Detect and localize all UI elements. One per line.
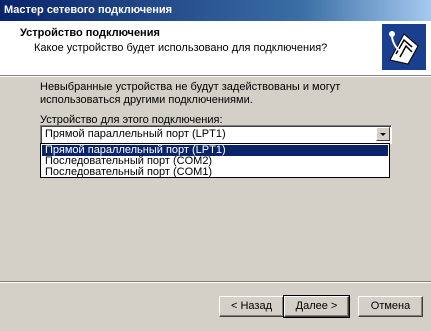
- page-title: Устройство подключения: [20, 27, 160, 39]
- wizard-header: Устройство подключения Какое устройство …: [0, 21, 431, 76]
- description-text: Невыбранные устройства не будут задейств…: [40, 81, 341, 106]
- chevron-down-icon[interactable]: [376, 127, 390, 141]
- network-cable-icon: [382, 24, 426, 70]
- window-title: Мастер сетевого подключения: [4, 4, 173, 16]
- back-button[interactable]: < Назад: [219, 296, 284, 317]
- wizard-window: Мастер сетевого подключения Устройство п…: [0, 0, 431, 331]
- footer-divider: [0, 281, 431, 283]
- next-button[interactable]: Далее >: [283, 295, 350, 318]
- title-bar[interactable]: Мастер сетевого подключения: [0, 0, 431, 21]
- page-subtitle: Какое устройство будет использовано для …: [34, 42, 328, 54]
- device-combobox-value: Прямой параллельный порт (LPT1): [45, 128, 226, 140]
- device-option-com1[interactable]: Последовательный порт (COM1): [42, 167, 388, 178]
- device-dropdown-list[interactable]: Прямой параллельный порт (LPT1) Последов…: [40, 143, 390, 178]
- cancel-button[interactable]: Отмена: [358, 296, 423, 317]
- header-divider: [0, 76, 431, 77]
- device-combobox[interactable]: Прямой параллельный порт (LPT1): [40, 125, 392, 144]
